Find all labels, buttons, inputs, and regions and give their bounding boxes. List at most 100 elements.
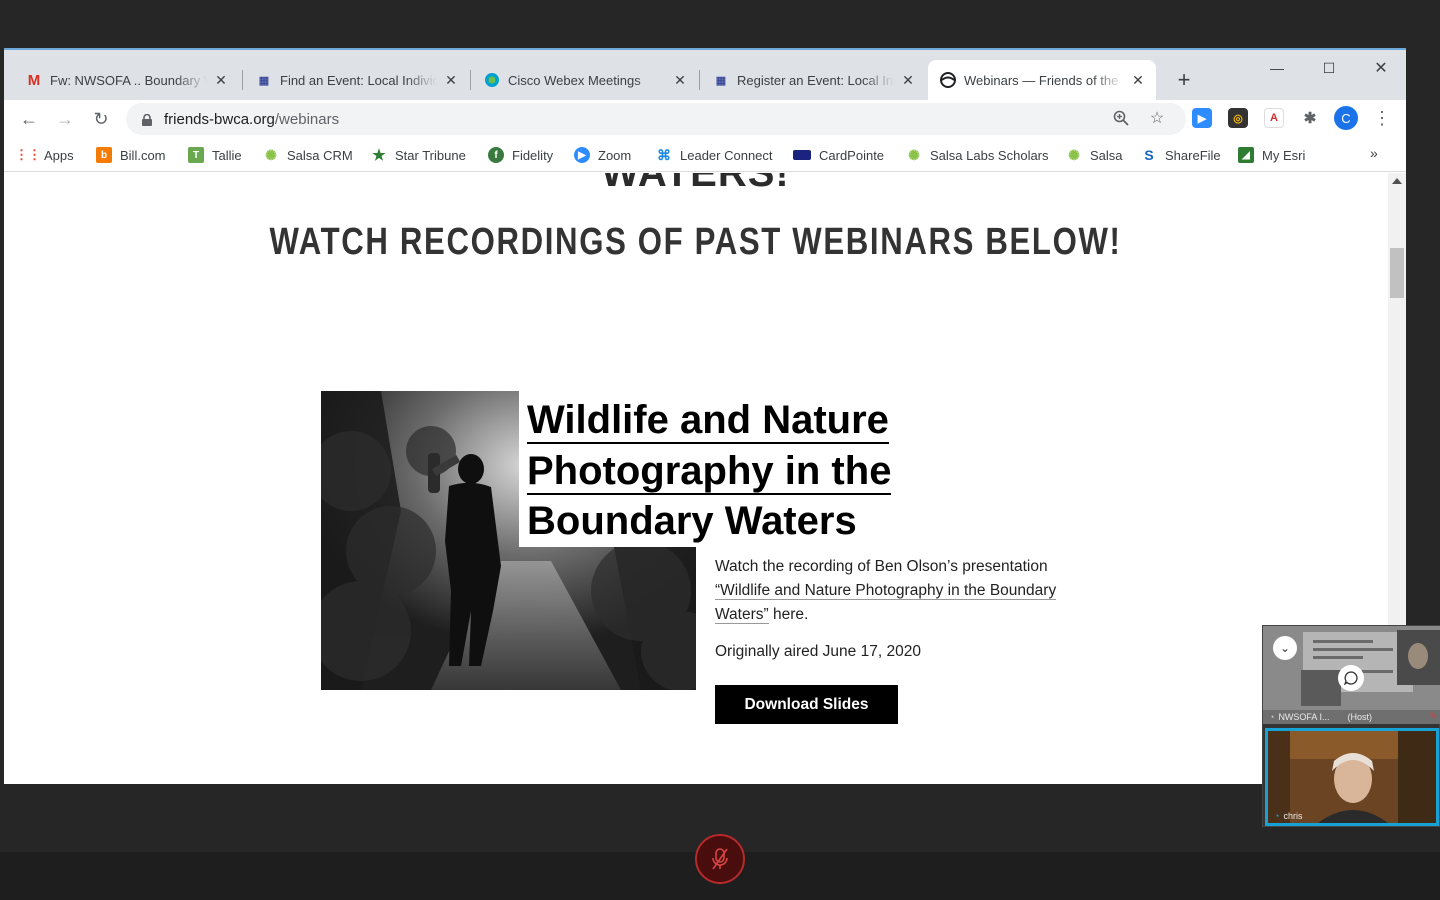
webex-icon [484,72,500,88]
title-line-text: Wildlife and Nature [527,398,889,444]
salsa-icon: ✺ [265,146,277,163]
bookmark-apps[interactable]: ⋮⋮ Apps [15,145,74,165]
bookmark-fidelity[interactable]: f Fidelity [488,145,553,165]
tab-separator [470,70,471,90]
star-icon[interactable]: ☆ [1145,106,1169,130]
bookmark-label: Star Tribune [395,147,466,163]
previous-heading: WATERS! [601,173,790,195]
browser-toolbar: ← → ↻ friends-bwca.org/webinars ☆ ▶ ◎ A … [4,100,1406,138]
tab-title: Webinars — Friends of the [964,72,1119,88]
title-line: Wildlife and Nature [527,395,939,446]
close-icon[interactable]: ✕ [900,72,916,88]
page-heading: WATCH RECORDINGS OF PAST WEBINARS BELOW! [269,221,1122,263]
address-bar[interactable]: friends-bwca.org/webinars [126,103,1186,135]
puzzle-icon[interactable]: ✱ [1300,108,1320,128]
close-icon[interactable]: ✕ [1130,72,1146,88]
tab-register-event[interactable]: ▦ Register an Event: Local In ✕ [701,60,926,100]
salsa-icon: ✺ [908,146,920,163]
chat-icon[interactable] [1338,665,1364,691]
bookmark-label: Fidelity [512,147,554,163]
webinar-title[interactable]: Wildlife and Nature Photography in the B… [519,391,939,547]
lock-icon [142,113,152,126]
self-label: ◔ chris [1274,811,1302,821]
bookmark-label: Salsa CRM [287,147,353,163]
tab-title: Fw: NWSOFA .. Boundary W [50,72,207,88]
title-line-text: Boundary Waters [527,499,857,543]
tab-find-event[interactable]: ▦ Find an Event: Local Individ ✕ [244,60,469,100]
scroll-thumb[interactable] [1390,248,1404,298]
new-tab-button[interactable]: + [1170,66,1198,94]
bookmark-label: Apps [44,147,74,163]
zoom-extension-icon[interactable]: ▶ [1192,108,1212,128]
bookmark-label: CardPointe [819,147,885,163]
recording-link[interactable]: “Wildlife and Nature Photography in the … [715,582,1057,624]
muted-mic-icon: ✎ [1429,711,1437,721]
bookmark-tallie[interactable]: T Tallie [188,145,242,165]
bookmark-salsa-labs-scholars[interactable]: ✺ Salsa Labs Scholars [906,145,1049,165]
participant-name: NWSOFA I... [1278,712,1330,722]
headset-icon: ◔ [1274,811,1280,821]
zoom-icon[interactable] [1109,106,1133,130]
bookmark-star-tribune[interactable]: ★ Star Tribune [371,145,466,165]
bookmark-billcom[interactable]: b Bill.com [96,145,166,165]
tab-gmail[interactable]: M Fw: NWSOFA .. Boundary W ✕ [14,60,239,100]
bookmark-salsa[interactable]: ✺ Salsa [1066,145,1123,165]
bookmark-label: Bill.com [120,147,166,163]
download-slides-button[interactable]: Download Slides [715,685,898,724]
bookmarks-overflow-button[interactable]: » [1370,145,1378,161]
participant-tile-host[interactable]: ⌄ ◔ NWSOFA I... (Host) ✎ [1263,626,1440,724]
page-viewport: WATERS! WATCH RECORDINGS OF PAST WEBINAR… [4,173,1387,784]
window-close-button[interactable]: ✕ [1358,56,1404,80]
billcom-icon: b [96,147,112,163]
participant-role: (Host) [1347,712,1372,722]
chevron-down-icon[interactable]: ⌄ [1273,636,1297,660]
bookmark-label: Salsa [1090,147,1123,163]
mute-button[interactable] [695,834,745,884]
minimize-button[interactable]: — [1254,56,1300,80]
participant-name: chris [1283,811,1303,821]
reload-button[interactable]: ↻ [88,106,114,132]
webex-video-panel: ⌄ ◔ NWSOFA I... (Host) ✎ ◔ chris [1262,625,1440,827]
profile-avatar[interactable]: C [1334,106,1358,130]
tab-webex[interactable]: Cisco Webex Meetings ✕ [472,60,698,100]
bookmark-label: Salsa Labs Scholars [930,147,1049,163]
bookmark-zoom[interactable]: ▶ Zoom [574,145,631,165]
close-icon[interactable]: ✕ [672,72,688,88]
tab-separator [699,70,700,90]
extension-icon[interactable]: ◎ [1228,108,1248,128]
tab-title: Find an Event: Local Individ [280,72,437,88]
star-tribune-icon: ★ [372,147,386,164]
webinar-description: Watch the recording of Ben Olson’s prese… [715,555,1065,627]
grid-icon: ▦ [715,74,727,87]
description-text: Watch the recording of Ben Olson’s prese… [715,558,1048,575]
acrobat-icon[interactable]: A [1264,108,1284,128]
tallie-icon: T [188,147,204,163]
fidelity-icon: f [488,147,504,163]
bookmark-leader-connect[interactable]: ⌘ Leader Connect [656,145,773,165]
bookmark-label: ShareFile [1165,147,1221,163]
gmail-icon: M [27,71,41,89]
bookmark-sharefile[interactable]: S ShareFile [1141,145,1221,165]
tab-title: Cisco Webex Meetings [508,72,641,88]
tab-webinars[interactable]: Webinars — Friends of the ✕ [928,60,1156,100]
close-icon[interactable]: ✕ [443,72,459,88]
screen-share-top-band [0,0,1440,48]
bookmark-my-esri[interactable]: ◢ My Esri [1238,145,1305,165]
scroll-up-arrow[interactable] [1392,178,1402,184]
bookmark-cardpointe[interactable]: CardPointe [793,145,884,165]
bookmark-salsa-crm[interactable]: ✺ Salsa CRM [263,145,353,165]
salsa-icon: ✺ [1068,146,1080,163]
menu-icon[interactable]: ⋮ [1370,106,1394,130]
participant-tile-self[interactable]: ◔ chris [1265,728,1439,826]
bookmark-label: Zoom [598,147,632,163]
aired-date: Originally aired June 17, 2020 [715,643,921,660]
close-icon[interactable]: ✕ [213,72,229,88]
back-button[interactable]: ← [16,106,42,132]
maximize-button[interactable]: ☐ [1306,56,1352,80]
muted-mic-icon [712,848,728,870]
leader-connect-icon: ⌘ [657,146,671,163]
apps-grid-icon: ⋮⋮ [15,147,41,162]
title-line-text: Photography in the [527,448,892,495]
forward-button[interactable]: → [52,106,78,132]
browser-window: M Fw: NWSOFA .. Boundary W ✕ ▦ Find an E… [4,48,1406,784]
